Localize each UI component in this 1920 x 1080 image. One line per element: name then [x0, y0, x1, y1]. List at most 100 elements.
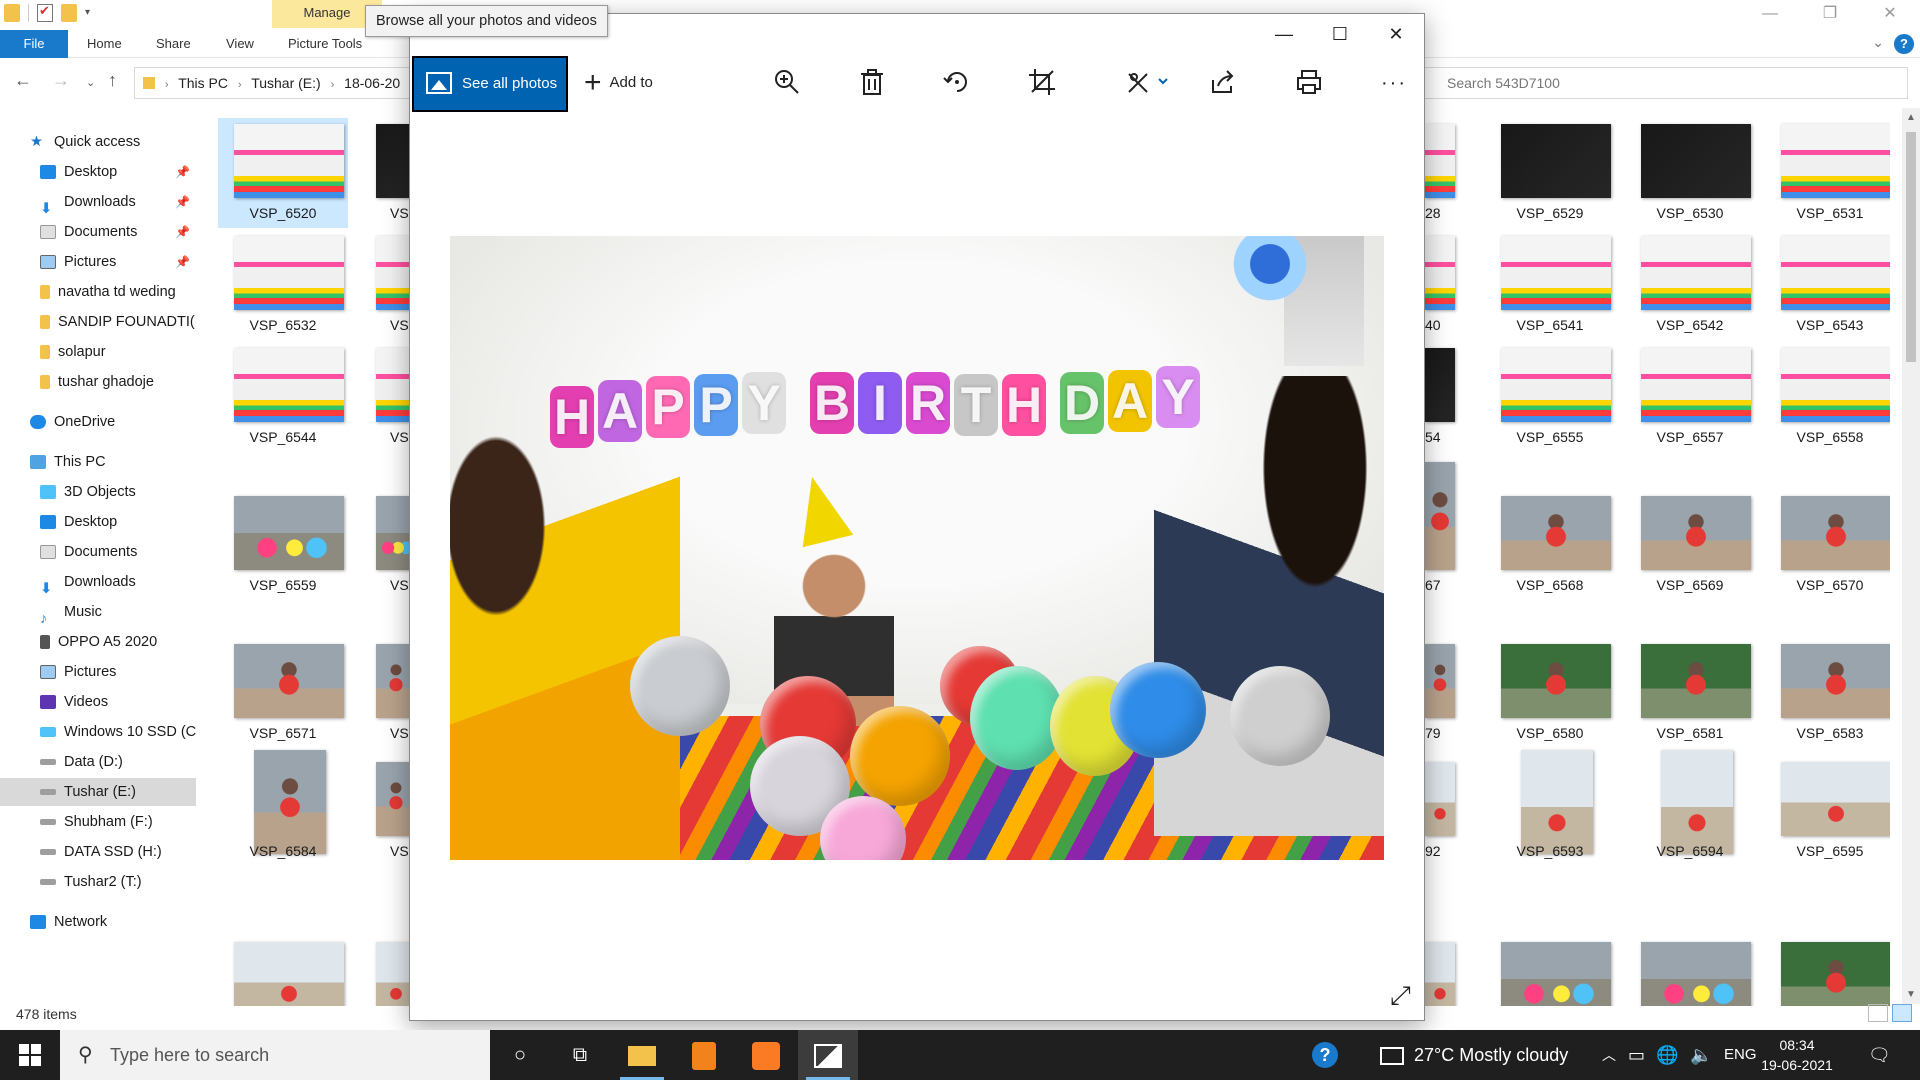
battery-icon[interactable]: ▭ [1628, 1030, 1645, 1080]
nav-quick-access[interactable]: ★ Quick access [0, 128, 196, 156]
file-thumbnail[interactable]: 79 [1425, 638, 1465, 748]
scrollbar-thumb[interactable] [1906, 132, 1916, 362]
file-thumbnail[interactable]: VSP_6594 [1625, 750, 1755, 866]
displayed-photo[interactable]: H A P P Y B I R T H D A Y [450, 236, 1384, 860]
ribbon-tab-home[interactable]: Home [87, 30, 122, 58]
file-thumbnail[interactable]: VSP_6570 [1765, 490, 1890, 600]
file-thumbnail[interactable]: VSP_6557 [1625, 342, 1755, 452]
clock[interactable]: 08:34 19-06-2021 [1760, 1035, 1834, 1075]
photos-minimize-button[interactable]: — [1256, 14, 1312, 54]
weather-widget[interactable]: 27°C Mostly cloudy [1380, 1030, 1568, 1080]
file-thumbnail[interactable]: VS [358, 230, 416, 340]
nav-desktop-pinned[interactable]: Desktop 📌 [0, 158, 196, 186]
file-thumbnail[interactable]: VSP_6559 [218, 490, 348, 600]
ribbon-expand-icon[interactable]: ⌄ [1872, 34, 1884, 51]
nav-drive-h[interactable]: DATA SSD (H:) [0, 838, 196, 866]
edit-create-icon[interactable] [1124, 68, 1174, 98]
file-thumbnail[interactable]: VSP_6529 [1485, 118, 1615, 228]
delete-icon[interactable] [857, 68, 887, 98]
file-thumbnail[interactable]: VSP_6555 [1485, 342, 1615, 452]
scroll-up-icon[interactable]: ▲ [1906, 112, 1916, 123]
file-thumbnail[interactable] [1625, 936, 1755, 1006]
file-thumbnail[interactable]: VSP_6580 [1485, 638, 1615, 748]
forward-button[interactable]: → [52, 70, 70, 91]
nav-pictures[interactable]: Pictures [0, 658, 196, 686]
file-thumbnail[interactable]: 67 [1425, 456, 1465, 593]
nav-folder[interactable]: tushar ghadoje [0, 368, 196, 396]
explorer-minimize-button[interactable]: — [1740, 0, 1800, 30]
file-thumbnail[interactable] [358, 936, 416, 1006]
file-thumbnail[interactable]: 40 [1425, 230, 1465, 340]
customize-dropdown-icon[interactable]: ▾ [85, 4, 101, 22]
help-icon[interactable]: ? [1894, 34, 1914, 54]
nav-this-pc[interactable]: This PC [0, 448, 196, 476]
nav-drive-d[interactable]: Data (D:) [0, 748, 196, 776]
file-thumbnail[interactable]: VSP_6595 [1765, 756, 1890, 866]
nav-folder[interactable]: navatha td weding [0, 278, 196, 306]
file-thumbnail[interactable]: VSP_6541 [1485, 230, 1615, 340]
file-thumbnail[interactable]: 28 [1425, 118, 1465, 228]
show-hidden-icons[interactable]: ︿ [1602, 1030, 1616, 1080]
nav-network[interactable]: Network [0, 908, 196, 936]
address-box[interactable]: › This PC › Tushar (E:) › 18-06-20 [134, 67, 414, 99]
nav-3d-objects[interactable]: 3D Objects [0, 478, 196, 506]
properties-icon[interactable] [37, 3, 53, 22]
file-thumbnail[interactable] [1425, 936, 1465, 1006]
scroll-down-icon[interactable]: ▼ [1906, 989, 1916, 1000]
file-thumbnail[interactable]: VSP_6593 [1485, 750, 1615, 866]
ribbon-tab-file[interactable]: File [0, 30, 68, 58]
file-thumbnail[interactable]: VSP_6568 [1485, 490, 1615, 600]
nav-folder[interactable]: solapur [0, 338, 196, 366]
taskbar-search-input[interactable]: ⚲ Type here to search [60, 1030, 490, 1080]
file-thumbnail[interactable]: VSP_6569 [1625, 490, 1755, 600]
nav-folder[interactable]: SANDIP FOUNADTI( [0, 308, 196, 336]
large-icons-view-icon[interactable] [1892, 1004, 1912, 1022]
file-thumbnail[interactable]: VS [358, 490, 416, 600]
file-thumbnail[interactable]: 92 [1425, 756, 1465, 866]
sublime-text-taskbar-icon[interactable] [674, 1030, 734, 1080]
file-thumbnail[interactable]: VSP_6543 [1765, 230, 1890, 340]
nav-drive-f[interactable]: Shubham (F:) [0, 808, 196, 836]
zoom-in-icon[interactable] [772, 68, 802, 98]
up-button[interactable]: ↑ [108, 70, 117, 91]
rotate-icon[interactable] [942, 68, 972, 98]
language-indicator[interactable]: ENG [1724, 1030, 1757, 1080]
network-icon[interactable]: 🌐 [1656, 1030, 1678, 1080]
nav-drive-e[interactable]: Tushar (E:) [0, 778, 196, 806]
file-thumbnail[interactable]: VS [358, 118, 416, 228]
full-screen-icon[interactable]: ⤢ [1390, 980, 1411, 1012]
help-tray-icon[interactable]: ? [1312, 1030, 1338, 1080]
xampp-taskbar-icon[interactable] [736, 1030, 796, 1080]
explorer-restore-button[interactable]: ❐ [1800, 0, 1860, 30]
windows-start-button[interactable] [0, 1030, 60, 1080]
nav-drive-t[interactable]: Tushar2 (T:) [0, 868, 196, 896]
volume-icon[interactable]: 🔈 [1690, 1030, 1712, 1080]
explorer-close-button[interactable]: ✕ [1860, 0, 1920, 30]
file-thumbnail[interactable]: VSP_6530 [1625, 118, 1755, 228]
ribbon-tab-share[interactable]: Share [156, 30, 191, 58]
photos-close-button[interactable]: ✕ [1368, 14, 1424, 54]
more-options-icon[interactable]: ··· [1379, 68, 1409, 98]
file-thumbnail[interactable] [1485, 936, 1615, 1006]
file-thumbnail[interactable] [218, 936, 348, 1006]
see-all-photos-button[interactable]: See all photos [412, 56, 568, 112]
file-explorer-taskbar-icon[interactable] [612, 1030, 672, 1080]
nav-phone[interactable]: OPPO A5 2020 [0, 628, 196, 656]
add-to-button[interactable]: + Add to [584, 54, 653, 112]
nav-documents-pinned[interactable]: Documents 📌 [0, 218, 196, 246]
file-list-scrollbar[interactable]: ▲ ▼ [1902, 108, 1920, 1004]
cortana-icon[interactable]: ○ [490, 1030, 550, 1080]
ribbon-tab-view[interactable]: View [226, 30, 254, 58]
nav-music[interactable]: ♪ Music [0, 598, 196, 626]
ribbon-tab-picture-tools[interactable]: Picture Tools [288, 30, 362, 58]
nav-desktop[interactable]: Desktop [0, 508, 196, 536]
file-thumbnail[interactable]: VS [358, 756, 416, 866]
file-thumbnail[interactable]: VSP_6520 [218, 118, 348, 228]
share-icon[interactable] [1208, 68, 1238, 98]
file-thumbnail[interactable]: VSP_6583 [1765, 638, 1890, 748]
folder-icon[interactable] [4, 4, 20, 22]
file-thumbnail[interactable]: VSP_6571 [218, 638, 348, 748]
file-thumbnail[interactable]: VSP_6531 [1765, 118, 1890, 228]
new-folder-icon[interactable] [61, 4, 77, 22]
details-view-icon[interactable] [1868, 1004, 1888, 1022]
